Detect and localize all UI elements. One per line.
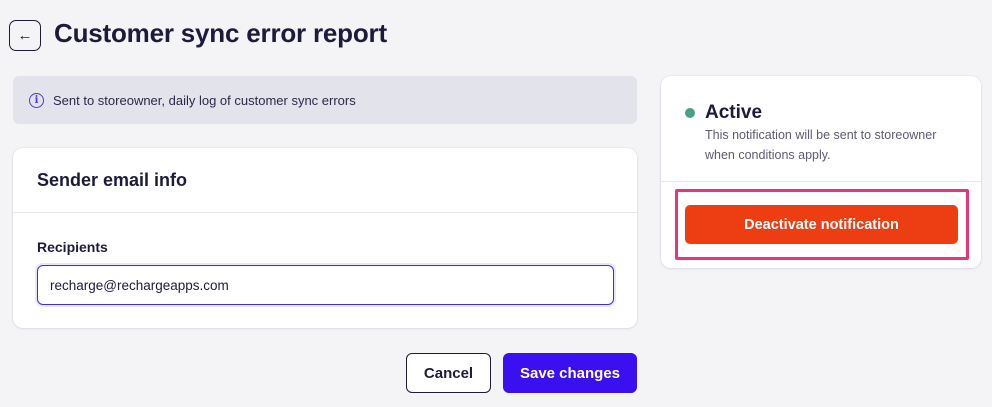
status-title: Active — [705, 102, 763, 123]
info-icon: i — [29, 92, 44, 108]
status-divider — [661, 181, 981, 182]
status-description: This notification will be sent to storeo… — [705, 128, 937, 162]
recipients-label: Recipients — [37, 239, 108, 255]
notification-status-card: Active This notification will be sent to… — [661, 76, 981, 268]
status-row: Active — [685, 102, 762, 124]
back-button[interactable]: ← — [9, 20, 41, 51]
save-changes-button[interactable]: Save changes — [503, 353, 637, 393]
page-title: Customer sync error report — [54, 18, 387, 48]
status-dot-icon — [685, 108, 695, 118]
page: ← Customer sync error report i Sent to s… — [0, 0, 992, 407]
info-banner: i Sent to storeowner, daily log of custo… — [13, 76, 637, 124]
cancel-button[interactable]: Cancel — [406, 353, 491, 393]
deactivate-notification-button[interactable]: Deactivate notification — [685, 205, 958, 244]
arrow-left-icon: ← — [17, 27, 33, 44]
recipients-input[interactable] — [37, 265, 614, 305]
info-banner-text: Sent to storeowner, daily log of custome… — [53, 92, 356, 108]
sender-card-title: Sender email info — [13, 148, 637, 213]
sender-email-card: Sender email info Recipients — [13, 148, 637, 328]
